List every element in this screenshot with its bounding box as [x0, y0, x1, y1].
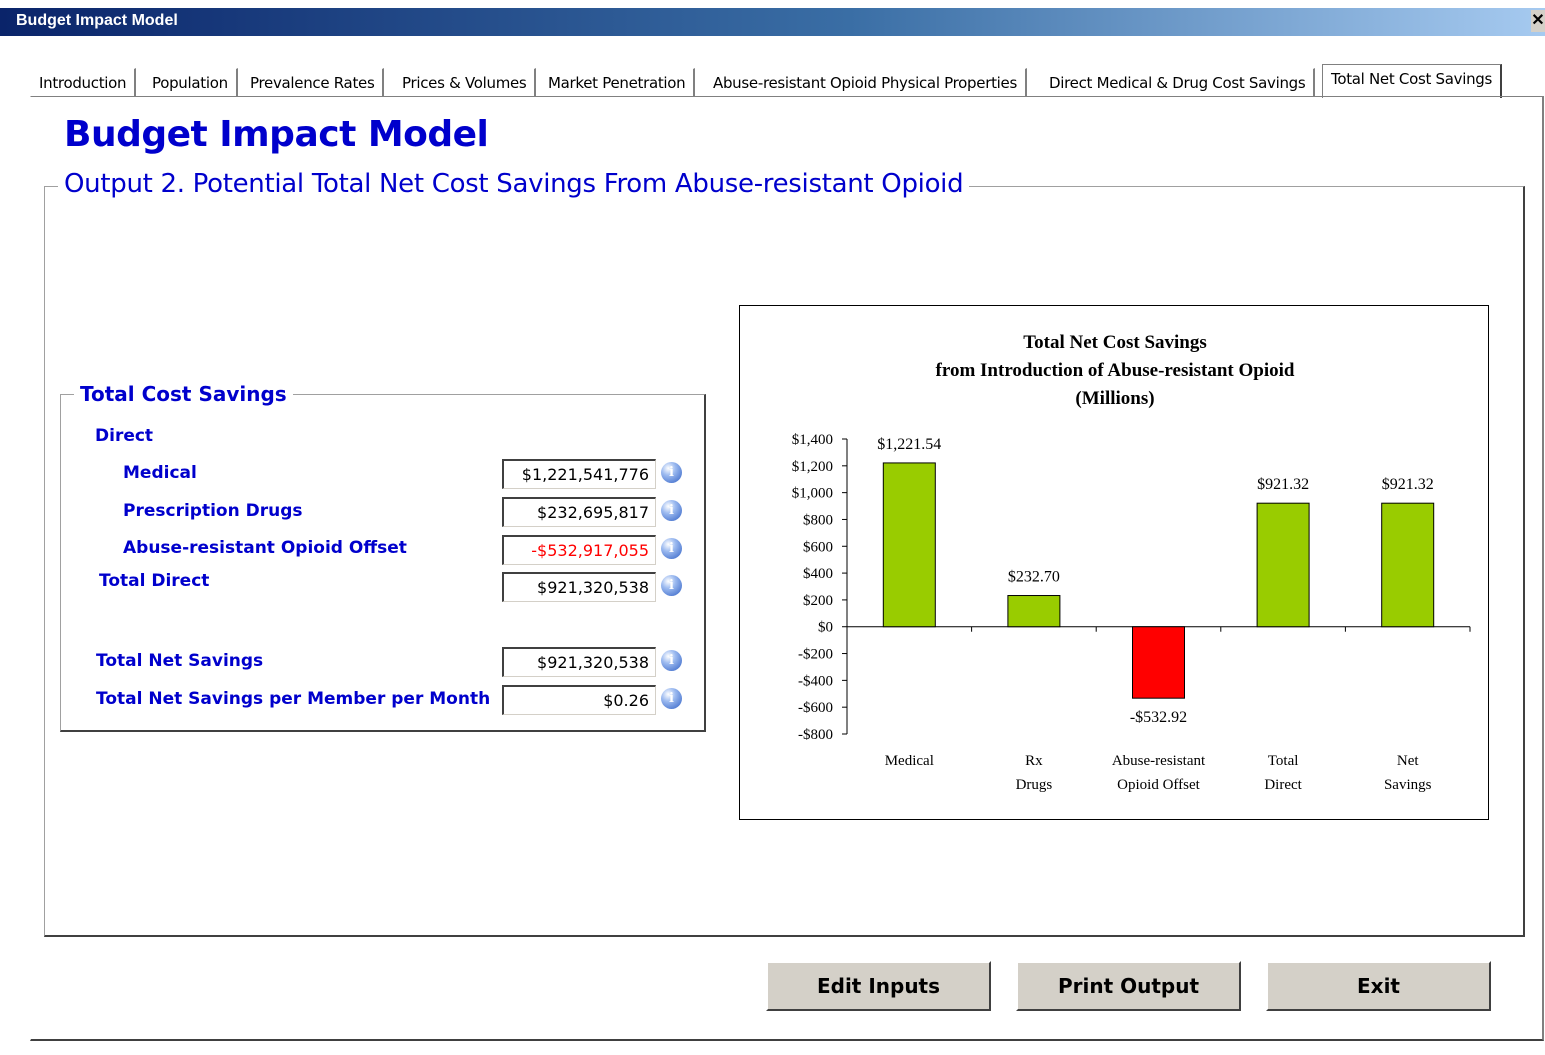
chart-bar [1256, 502, 1310, 628]
x-category-label: Net [1397, 753, 1419, 769]
tab-prevalence-rates[interactable]: Prevalence Rates [241, 68, 385, 96]
total-net-savings-label: Total Net Savings [96, 651, 264, 671]
tab-total-net-cost-savings[interactable]: Total Net Cost Savings [1322, 64, 1503, 98]
x-category-label: Savings [1384, 777, 1432, 793]
chart-bar [882, 462, 936, 628]
per-member-month-value-field: $0.26 [502, 685, 656, 715]
chart-title-line: Total Net Cost Savings [1023, 332, 1207, 353]
chart-bar [1007, 595, 1061, 628]
x-category-label: Rx [1025, 753, 1043, 769]
exit-button[interactable]: Exit [1266, 961, 1491, 1011]
total-direct-label: Total Direct [99, 571, 210, 591]
tab-physical-properties[interactable]: Abuse-resistant Opioid Physical Properti… [704, 68, 1027, 96]
tab-prices-volumes[interactable]: Prices & Volumes [393, 68, 537, 96]
x-category-label: Medical [885, 753, 934, 769]
opioid-offset-value-field: -$532,917,055 [502, 535, 656, 565]
y-tick-label: $0 [818, 620, 833, 636]
y-tick-label: -$400 [798, 673, 833, 689]
window-title: Budget Impact Model [16, 12, 178, 29]
medical-info-icon[interactable]: i [661, 462, 682, 483]
opioid-offset-label: Abuse-resistant Opioid Offset [123, 538, 407, 558]
y-tick-label: -$800 [798, 727, 833, 743]
title-bar: Budget Impact Model ✕ [0, 0, 1545, 48]
medical-value-field: $1,221,541,776 [502, 459, 656, 489]
prescription-drugs-value-field: $232,695,817 [502, 497, 656, 527]
prescription-drugs-label: Prescription Drugs [123, 501, 303, 521]
bar-value-label: $921.32 [1257, 476, 1309, 493]
total-direct-value-field: $921,320,538 [502, 572, 656, 602]
y-tick-label: $400 [803, 566, 833, 582]
x-category-label: Opioid Offset [1117, 777, 1200, 793]
x-category-label: Abuse-resistant [1112, 753, 1206, 769]
total-direct-info-icon[interactable]: i [661, 575, 682, 596]
y-tick-label: $200 [803, 593, 833, 609]
y-tick-label: $1,400 [792, 432, 833, 448]
per-member-month-label: Total Net Savings per Member per Month [96, 689, 491, 709]
y-tick-label: $600 [803, 539, 833, 555]
chart-bar [1381, 502, 1435, 628]
print-output-button[interactable]: Print Output [1016, 961, 1241, 1011]
page-title: Budget Impact Model [64, 114, 489, 155]
chart-title-line: from Introduction of Abuse-resistant Opi… [936, 360, 1295, 381]
y-tick-label: $800 [803, 512, 833, 528]
bar-value-label: $1,221.54 [877, 436, 941, 453]
output-title: Output 2. Potential Total Net Cost Savin… [58, 169, 970, 199]
direct-label: Direct [95, 426, 154, 446]
x-category-label: Total [1268, 753, 1299, 769]
y-tick-label: $1,000 [792, 486, 833, 502]
total-cost-savings-title: Total Cost Savings [74, 382, 293, 406]
tab-introduction[interactable]: Introduction [30, 68, 137, 96]
medical-label: Medical [123, 463, 197, 483]
tab-population[interactable]: Population [143, 68, 238, 96]
chart-bar [1132, 626, 1185, 699]
chart-title-line: (Millions) [1075, 388, 1154, 409]
per-member-month-info-icon[interactable]: i [661, 688, 682, 709]
edit-inputs-button[interactable]: Edit Inputs [766, 961, 991, 1011]
net-cost-savings-chart: Total Net Cost Savings from Introduction … [739, 305, 1489, 820]
bar-value-label: -$532.92 [1130, 709, 1187, 726]
y-tick-label: $1,200 [792, 459, 833, 475]
total-net-savings-value-field: $921,320,538 [502, 647, 656, 677]
title-bar-background [0, 8, 1545, 36]
x-category-label: Direct [1264, 777, 1302, 793]
x-category-label: Drugs [1016, 777, 1053, 793]
tab-direct-medical-drug-savings[interactable]: Direct Medical & Drug Cost Savings [1040, 68, 1316, 96]
prescription-drugs-info-icon[interactable]: i [661, 500, 682, 521]
y-tick-label: -$200 [798, 647, 833, 663]
opioid-offset-info-icon[interactable]: i [661, 538, 682, 559]
close-icon[interactable]: ✕ [1531, 10, 1545, 32]
bar-value-label: $921.32 [1382, 476, 1434, 493]
bar-value-label: $232.70 [1008, 569, 1060, 586]
tab-market-penetration[interactable]: Market Penetration [539, 68, 696, 96]
total-net-savings-info-icon[interactable]: i [661, 650, 682, 671]
y-tick-label: -$600 [798, 700, 833, 716]
